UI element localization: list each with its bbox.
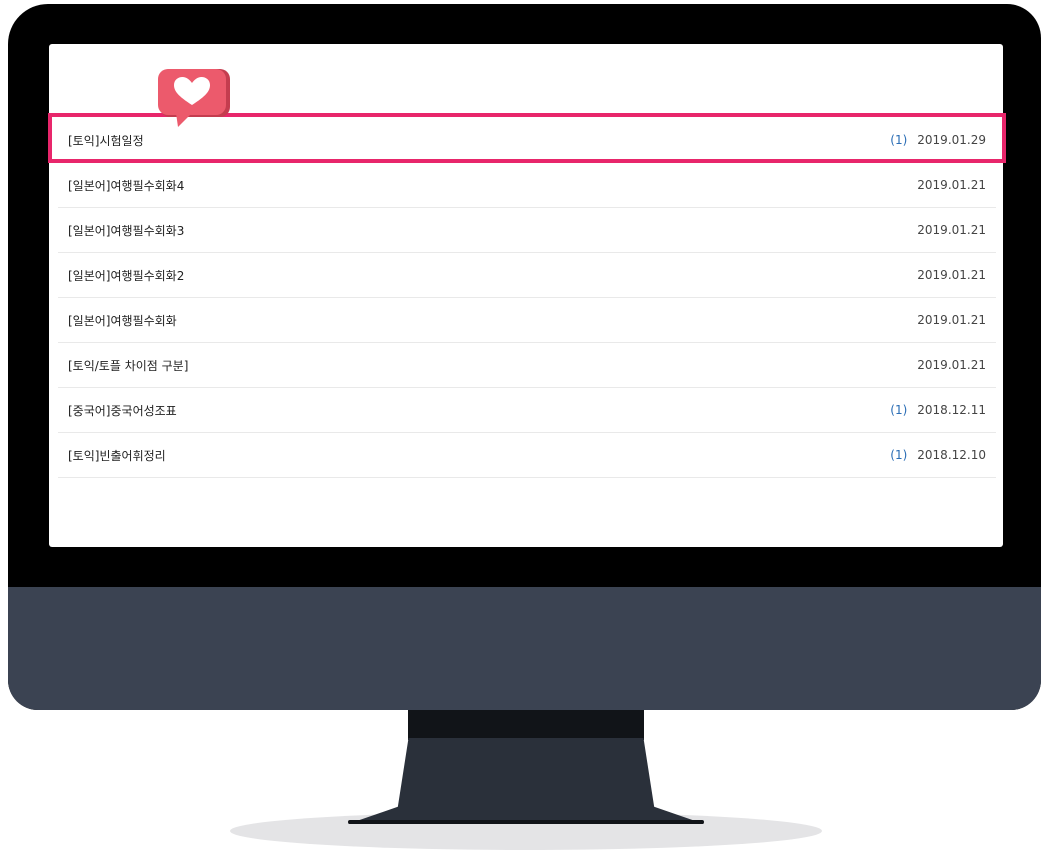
- post-list: [토익]시험일정 (1) 2019.01.29 [일본어]여행필수회화4 201…: [58, 118, 996, 478]
- post-meta: (1) 2019.01.29: [890, 133, 986, 147]
- post-title[interactable]: [일본어]여행필수회화2: [68, 267, 184, 284]
- monitor-chin: [8, 587, 1041, 710]
- list-item[interactable]: [일본어]여행필수회화2 2019.01.21: [58, 253, 996, 298]
- comment-count: (1): [890, 448, 908, 462]
- comment-count: (1): [890, 403, 908, 417]
- post-meta: 2019.01.21: [907, 358, 986, 372]
- post-date: 2018.12.11: [917, 403, 986, 417]
- list-item[interactable]: [토익]빈출어휘정리 (1) 2018.12.10: [58, 433, 996, 478]
- post-meta: (1) 2018.12.11: [890, 403, 986, 417]
- monitor-foot: [348, 820, 704, 824]
- post-date: 2019.01.21: [917, 223, 986, 237]
- post-title[interactable]: [중국어]중국어성조표: [68, 402, 177, 419]
- post-title[interactable]: [일본어]여행필수회화3: [68, 222, 184, 239]
- post-date: 2019.01.29: [917, 133, 986, 147]
- post-meta: 2019.01.21: [907, 268, 986, 282]
- list-item[interactable]: [일본어]여행필수회화 2019.01.21: [58, 298, 996, 343]
- post-meta: 2019.01.21: [907, 178, 986, 192]
- post-date: 2019.01.21: [917, 178, 986, 192]
- list-item[interactable]: [일본어]여행필수회화3 2019.01.21: [58, 208, 996, 253]
- post-date: 2019.01.21: [917, 358, 986, 372]
- post-title[interactable]: [토익]빈출어휘정리: [68, 447, 166, 464]
- post-title[interactable]: [일본어]여행필수회화4: [68, 177, 184, 194]
- post-title[interactable]: [토익/토플 차이점 구분]: [68, 357, 188, 374]
- comment-count: (1): [890, 133, 908, 147]
- post-meta: 2019.01.21: [907, 223, 986, 237]
- list-item[interactable]: [토익/토플 차이점 구분] 2019.01.21: [58, 343, 996, 388]
- post-date: 2019.01.21: [917, 313, 986, 327]
- post-title[interactable]: [토익]시험일정: [68, 132, 144, 149]
- post-date: 2019.01.21: [917, 268, 986, 282]
- post-meta: (1) 2018.12.10: [890, 448, 986, 462]
- monitor-stand: [348, 738, 704, 824]
- list-item[interactable]: [중국어]중국어성조표 (1) 2018.12.11: [58, 388, 996, 433]
- heart-speech-bubble-icon: [158, 69, 230, 129]
- post-title[interactable]: [일본어]여행필수회화: [68, 312, 177, 329]
- list-item[interactable]: [일본어]여행필수회화4 2019.01.21: [58, 163, 996, 208]
- post-date: 2018.12.10: [917, 448, 986, 462]
- post-meta: 2019.01.21: [907, 313, 986, 327]
- monitor-neck: [408, 710, 644, 740]
